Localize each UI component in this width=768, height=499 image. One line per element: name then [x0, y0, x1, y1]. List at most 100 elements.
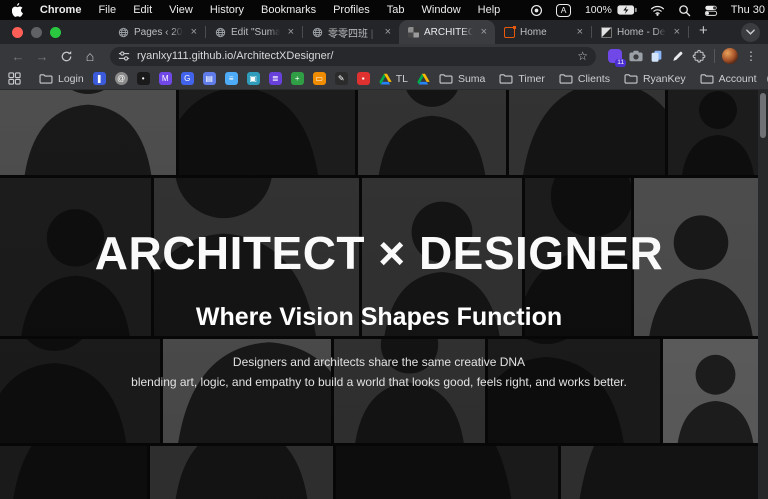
profile-avatar[interactable]: [722, 48, 738, 64]
tab-5[interactable]: Home×: [495, 20, 591, 44]
apple-menu-icon[interactable]: [12, 3, 24, 17]
close-window-button[interactable]: [12, 27, 23, 38]
minimize-window-button[interactable]: [31, 27, 42, 38]
tab-3[interactable]: 零零四班 | 学生简介×: [303, 20, 399, 44]
bookmark-blue-lines[interactable]: ≡: [225, 72, 238, 85]
tab-1[interactable]: Pages ‹ 2025 Freel×: [109, 20, 205, 44]
battery-icon[interactable]: [617, 3, 637, 17]
hero-tagline-line1: Designers and architects share the same …: [233, 355, 525, 369]
hero-section: ARCHITECT × DESIGNER Where Vision Shapes…: [0, 228, 758, 392]
bookmark-purple-m[interactable]: M: [159, 72, 172, 85]
extension-pages-button[interactable]: [648, 48, 665, 65]
menu-item-help[interactable]: Help: [478, 4, 501, 16]
menu-item-bookmarks[interactable]: Bookmarks: [261, 4, 316, 16]
menu-item-profiles[interactable]: Profiles: [333, 4, 370, 16]
folder-icon: [559, 73, 573, 84]
bookmark-folder-ryankey[interactable]: RyanKey: [624, 73, 686, 85]
bookmark-star-icon[interactable]: ☆: [577, 49, 588, 63]
globe-icon: [118, 27, 129, 38]
tab-strip-tabs: Pages ‹ 2025 Freel×Edit "Suma 004" w×零零四…: [109, 20, 689, 44]
screen-record-icon[interactable]: [530, 3, 543, 17]
tab-title: ARCHITECT × DES: [424, 27, 474, 38]
bookmark-blue-app[interactable]: ❚: [93, 72, 106, 85]
input-source-icon[interactable]: A: [556, 3, 571, 17]
tab-search-button[interactable]: [741, 23, 760, 42]
tab-close-button[interactable]: ×: [189, 26, 199, 38]
reload-button[interactable]: [56, 46, 76, 66]
bookmark-folder-timer[interactable]: Timer: [499, 73, 544, 85]
tab-6[interactable]: Home - Designer & ×: [592, 20, 688, 44]
wifi-icon[interactable]: [650, 3, 665, 17]
browser-menu-button[interactable]: ⋮: [742, 49, 760, 63]
favicon-bookmarks: ❚ @ • MG ▤ ≡ ▣ ≣ + ▭ ✎ ▪: [93, 72, 370, 85]
bookmark-dark-pencil[interactable]: ✎: [335, 72, 348, 85]
bookmark-folder-suma[interactable]: Suma: [439, 73, 485, 85]
address-bar[interactable]: ryanlxy111.github.io/ArchitectXDesigner/…: [110, 47, 596, 66]
extension-purple-button[interactable]: 11: [606, 48, 623, 65]
menu-chrome[interactable]: Chrome: [40, 4, 82, 16]
tab-title: Home - Designer &: [617, 27, 667, 38]
bookmark-green-cross[interactable]: +: [291, 72, 304, 85]
tab-close-button[interactable]: ×: [479, 26, 489, 38]
bookmark-indigo-g[interactable]: G: [181, 72, 194, 85]
forward-button[interactable]: →: [32, 46, 52, 66]
tab-close-button[interactable]: ×: [286, 26, 296, 38]
menu-bar-clock[interactable]: Thu 30 Oct 8:15 AM: [731, 4, 768, 16]
back-button[interactable]: ←: [8, 46, 28, 66]
bookmark-black-app[interactable]: •: [137, 72, 150, 85]
tab-close-button[interactable]: ×: [672, 26, 682, 38]
globe-icon: [312, 27, 323, 38]
spotlight-search-icon[interactable]: [678, 3, 691, 17]
bookmark-amber-tray[interactable]: ▭: [313, 72, 326, 85]
apps-grid-icon[interactable]: [8, 72, 21, 85]
globe-icon: [215, 27, 226, 38]
macos-menu-bar: Chrome File Edit View History Bookmarks Profi…: [0, 0, 768, 20]
extension-pencil-button[interactable]: [669, 48, 686, 65]
google-drive-icon: [379, 73, 392, 85]
zoom-window-button[interactable]: [50, 27, 61, 38]
tab-close-button[interactable]: ×: [383, 26, 393, 38]
bookmark-teal-box[interactable]: ▣: [247, 72, 260, 85]
extension-camera-button[interactable]: [627, 48, 644, 65]
scrollbar-thumb[interactable]: [760, 93, 766, 138]
tab-active[interactable]: ARCHITECT × DES ×: [399, 20, 495, 44]
bookmark-slate-doc[interactable]: ▤: [203, 72, 216, 85]
bookmark-gray-disc[interactable]: @: [115, 72, 128, 85]
folder-icon: [700, 73, 714, 84]
browser-toolbar: ← → ⌂ ryanlxy111.github.io/ArchitectXDes…: [0, 44, 768, 68]
chevron-down-icon: [746, 29, 755, 35]
bookmark-folder-label: Timer: [518, 73, 544, 85]
bookmark-violet-list[interactable]: ≣: [269, 72, 282, 85]
bookmark-folder-clients[interactable]: Clients: [559, 73, 610, 85]
checker-favicon: [601, 27, 612, 38]
tab-close-button[interactable]: ×: [575, 26, 585, 38]
menu-item-file[interactable]: File: [98, 4, 116, 16]
page-scrollbar[interactable]: [758, 90, 768, 499]
menu-item-history[interactable]: History: [210, 4, 244, 16]
new-tab-button[interactable]: +: [689, 22, 718, 42]
control-center-icon[interactable]: [704, 3, 718, 17]
menu-item-tab[interactable]: Tab: [387, 4, 405, 16]
menu-item-edit[interactable]: Edit: [133, 4, 152, 16]
url-text[interactable]: ryanlxy111.github.io/ArchitectXDesigner/: [137, 50, 570, 62]
hero-subtitle: Where Vision Shapes Function: [0, 303, 758, 332]
collage-favicon: [408, 27, 419, 38]
menu-item-view[interactable]: View: [169, 4, 193, 16]
bookmark-folders: Suma Timer Clients RyanKey Account: [439, 73, 757, 85]
bookmark-drive-tl[interactable]: TL: [379, 73, 408, 85]
bookmark-folder-label: Suma: [458, 73, 485, 85]
tab-2[interactable]: Edit "Suma 004" w×: [206, 20, 302, 44]
home-button[interactable]: ⌂: [80, 46, 100, 66]
folder-icon: [499, 73, 513, 84]
bookmark-drive[interactable]: [417, 73, 430, 85]
screen: Chrome File Edit View History Bookmarks Profi…: [0, 0, 768, 499]
bookmark-red-app[interactable]: ▪: [357, 72, 370, 85]
site-settings-icon[interactable]: [118, 50, 130, 62]
menu-item-window[interactable]: Window: [422, 4, 461, 16]
extension-badge: 11: [615, 59, 626, 67]
red-doc-favicon: [504, 27, 515, 38]
extensions-puzzle-button[interactable]: [690, 48, 707, 65]
bookmark-folder-login[interactable]: Login: [39, 73, 84, 85]
bookmark-folder-account[interactable]: Account: [700, 73, 757, 85]
folder-icon: [439, 73, 453, 84]
